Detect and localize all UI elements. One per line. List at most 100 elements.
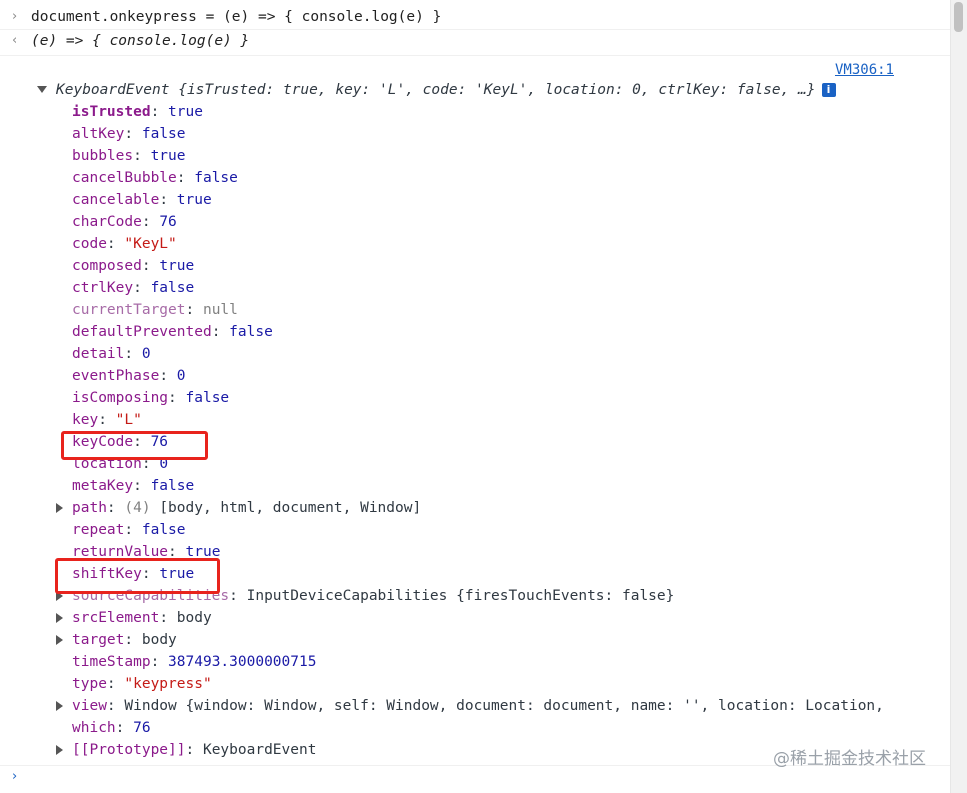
expand-arrow-icon[interactable] bbox=[56, 503, 63, 513]
event-summary-text[interactable]: KeyboardEvent {isTrusted: true, key: 'L'… bbox=[56, 82, 816, 98]
property-value: 76 bbox=[159, 214, 177, 230]
property-key: returnValue bbox=[72, 544, 169, 560]
property-row-target[interactable]: target: body bbox=[72, 629, 177, 651]
separator: : bbox=[168, 544, 186, 560]
separator: : bbox=[211, 324, 230, 340]
property-row-charcode: charCode: 76 bbox=[72, 211, 177, 233]
property-value: "keypress" bbox=[124, 676, 212, 692]
event-summary-row[interactable]: KeyboardEvent {isTrusted: true, key: 'L'… bbox=[37, 79, 836, 101]
expand-arrow-icon[interactable] bbox=[56, 701, 63, 711]
separator: : bbox=[176, 170, 195, 186]
property-key: detail bbox=[72, 346, 125, 362]
property-key: defaultPrevented bbox=[72, 324, 212, 340]
separator: : bbox=[106, 676, 125, 692]
property-value: true bbox=[159, 258, 195, 274]
property-value: 0 bbox=[176, 368, 186, 384]
separator: : bbox=[159, 610, 177, 626]
info-icon[interactable]: i bbox=[821, 83, 836, 97]
property-row-defaultprevented: defaultPrevented: false bbox=[72, 321, 273, 343]
expand-arrow-icon[interactable] bbox=[56, 591, 63, 601]
expand-arrow-icon[interactable] bbox=[56, 613, 63, 623]
property-value: 387493.3000000715 bbox=[168, 654, 317, 670]
separator: : bbox=[115, 720, 134, 736]
property-key: isTrusted bbox=[72, 104, 151, 120]
separator: : bbox=[106, 698, 125, 714]
property-key: cancelable bbox=[72, 192, 160, 208]
separator: : bbox=[133, 280, 151, 296]
separator: : bbox=[124, 346, 142, 362]
property-key: shiftKey bbox=[72, 566, 142, 582]
separator: : bbox=[141, 566, 160, 582]
property-key: currentTarget bbox=[72, 302, 186, 318]
property-value: "L" bbox=[115, 412, 142, 428]
separator: : bbox=[159, 192, 177, 208]
property-row-sourcecapabilities[interactable]: sourceCapabilities: InputDeviceCapabilit… bbox=[72, 585, 674, 607]
separator: : bbox=[124, 522, 142, 538]
property-row-key: key: "L" bbox=[72, 409, 142, 431]
watermark: @稀土掘金技术社区 bbox=[773, 749, 926, 769]
expand-arrow-icon[interactable] bbox=[56, 745, 63, 755]
property-value: KeyboardEvent bbox=[202, 742, 317, 758]
separator: : bbox=[141, 214, 160, 230]
property-key: type bbox=[72, 676, 107, 692]
property-row-metakey: metaKey: false bbox=[72, 475, 194, 497]
next-prompt-icon[interactable]: › bbox=[12, 766, 17, 788]
property-row-which: which: 76 bbox=[72, 717, 151, 739]
property-key: altKey bbox=[72, 126, 125, 142]
property-value: false bbox=[150, 478, 195, 494]
property-value: 76 bbox=[133, 720, 151, 736]
property-row-srcelement[interactable]: srcElement: body bbox=[72, 607, 212, 629]
property-key: metaKey bbox=[72, 478, 134, 494]
property-row-altkey: altKey: false bbox=[72, 123, 186, 145]
property-row-location: location: 0 bbox=[72, 453, 168, 475]
property-row-currenttarget: currentTarget: null bbox=[72, 299, 238, 321]
property-row-shiftkey: shiftKey: true bbox=[72, 563, 194, 585]
property-value: true bbox=[185, 544, 221, 560]
property-row-path[interactable]: path: (4) [body, html, document, Window] bbox=[72, 497, 421, 519]
expand-arrow-icon[interactable] bbox=[56, 635, 63, 645]
scrollbar-thumb[interactable] bbox=[954, 2, 963, 32]
property-key: timeStamp bbox=[72, 654, 151, 670]
property-key: path bbox=[72, 500, 107, 516]
separator: : bbox=[229, 588, 247, 604]
result-value: (e) => { console.log(e) } bbox=[31, 33, 250, 49]
property-value: body bbox=[141, 632, 177, 648]
separator: : bbox=[106, 236, 125, 252]
property-value: false bbox=[229, 324, 273, 340]
property-value: [body, html, document, Window] bbox=[159, 500, 422, 516]
property-value: 0 bbox=[159, 456, 169, 472]
input-command[interactable]: document.onkeypress = (e) => { console.l… bbox=[31, 6, 441, 28]
property-value: false bbox=[150, 280, 195, 296]
separator: : bbox=[124, 126, 142, 142]
separator: : bbox=[159, 368, 177, 384]
property-key: repeat bbox=[72, 522, 125, 538]
property-value: false bbox=[185, 390, 230, 406]
property-key: code bbox=[72, 236, 107, 252]
property-key: cancelBubble bbox=[72, 170, 177, 186]
property-value: null bbox=[202, 302, 238, 318]
separator: : bbox=[150, 654, 169, 670]
source-link[interactable]: VM306:1 bbox=[835, 60, 894, 80]
property-row-detail: detail: 0 bbox=[72, 343, 151, 365]
property-row-repeat: repeat: false bbox=[72, 519, 186, 541]
separator: : bbox=[133, 148, 151, 164]
property-value: "KeyL" bbox=[124, 236, 177, 252]
property-key: charCode bbox=[72, 214, 142, 230]
property-value: 76 bbox=[150, 434, 169, 450]
property-key: view bbox=[72, 698, 107, 714]
property-value: true bbox=[159, 566, 195, 582]
property-key: location bbox=[72, 456, 142, 472]
property-row-view[interactable]: view: Window {window: Window, self: Wind… bbox=[72, 695, 884, 717]
property-key: bubbles bbox=[72, 148, 134, 164]
property-row-prototype[interactable]: [[Prototype]]: KeyboardEvent bbox=[72, 739, 316, 761]
expand-triangle-icon[interactable] bbox=[37, 86, 47, 93]
property-value: 0 bbox=[141, 346, 151, 362]
vertical-scrollbar[interactable] bbox=[950, 0, 967, 793]
input-prompt-icon: › bbox=[12, 9, 18, 24]
separator: : bbox=[168, 390, 186, 406]
property-value: true bbox=[176, 192, 212, 208]
array-length: (4) bbox=[124, 500, 160, 516]
property-key: composed bbox=[72, 258, 142, 274]
property-key: isComposing bbox=[72, 390, 169, 406]
property-value: false bbox=[194, 170, 238, 186]
